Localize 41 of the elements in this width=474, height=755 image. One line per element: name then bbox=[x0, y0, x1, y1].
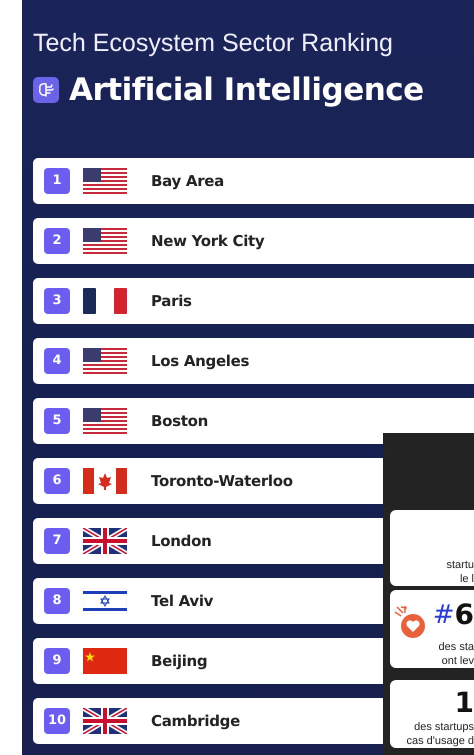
rank-badge: 4 bbox=[44, 348, 70, 374]
city-name: Bay Area bbox=[151, 170, 224, 192]
city-name: Toronto-Waterloo bbox=[151, 470, 293, 492]
stat-figure: #6 bbox=[432, 598, 474, 632]
city-name: London bbox=[151, 530, 212, 552]
flag-icon bbox=[83, 348, 127, 374]
rank-badge: 5 bbox=[44, 408, 70, 434]
brain-icon bbox=[33, 77, 59, 103]
flag-icon bbox=[83, 648, 127, 674]
stat-caption: cas d'usage d bbox=[405, 734, 474, 748]
city-name: Cambridge bbox=[151, 710, 240, 732]
rank-badge: 3 bbox=[44, 288, 70, 314]
flag-icon bbox=[83, 468, 127, 494]
flag-icon bbox=[83, 288, 127, 314]
stat-caption: des startups bbox=[413, 720, 474, 734]
flag-icon bbox=[83, 528, 127, 554]
rank-badge: 7 bbox=[44, 528, 70, 554]
flag-icon bbox=[83, 588, 127, 614]
sector-heading: Artificial Intelligence bbox=[69, 70, 424, 110]
city-name: Tel Aviv bbox=[151, 590, 214, 612]
city-name: Paris bbox=[151, 290, 192, 312]
city-name: Boston bbox=[151, 410, 208, 432]
stat-caption: le l bbox=[458, 572, 474, 586]
city-name: New York City bbox=[151, 230, 264, 252]
rank-badge: 10 bbox=[44, 708, 70, 734]
city-name: Los Angeles bbox=[151, 350, 250, 372]
ranking-title: Tech Ecosystem Sector Ranking bbox=[33, 28, 394, 58]
stat-figure: 1 bbox=[454, 686, 474, 720]
stat-caption: startu bbox=[445, 558, 474, 572]
stat-caption: ont lev bbox=[440, 654, 474, 668]
stat-caption: des sta bbox=[438, 640, 474, 654]
city-name: Beijing bbox=[151, 650, 208, 672]
flag-icon bbox=[83, 408, 127, 434]
flag-icon bbox=[83, 228, 127, 254]
flag-icon bbox=[83, 708, 127, 734]
rank-badge: 1 bbox=[44, 168, 70, 194]
rank-badge: 2 bbox=[44, 228, 70, 254]
rank-badge: 9 bbox=[44, 648, 70, 674]
rank-badge: 6 bbox=[44, 468, 70, 494]
flag-icon bbox=[83, 168, 127, 194]
rank-badge: 8 bbox=[44, 588, 70, 614]
